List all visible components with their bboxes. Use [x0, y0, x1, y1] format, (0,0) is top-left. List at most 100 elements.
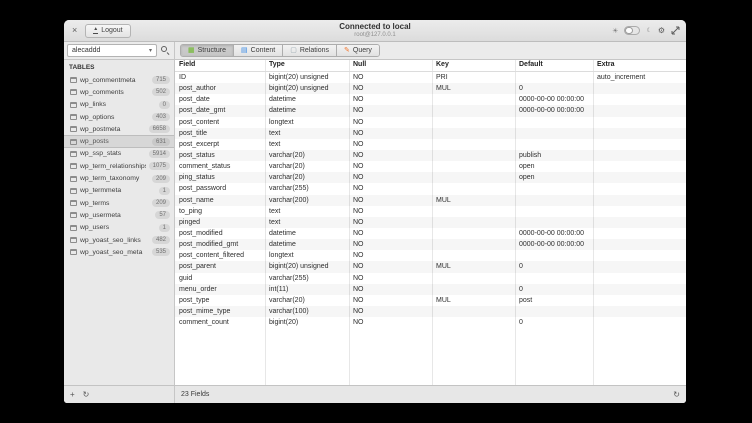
table-row[interactable]: post_modified_gmt datetime NO 0000-00-00 00…	[175, 239, 686, 250]
field-cell	[432, 161, 515, 172]
tab-label: Structure	[197, 47, 227, 54]
field-cell: bigint(20) unsigned	[269, 263, 329, 271]
database-selector[interactable]: alecaddd ▾	[67, 44, 157, 57]
field-cell: NO	[353, 296, 364, 304]
table-row[interactable]: comment_status varchar(20) NO open	[175, 161, 686, 172]
fields-table-header: Field Type Null Key Default Extra	[175, 60, 686, 72]
field-cell: publish	[519, 151, 542, 159]
table-icon	[70, 126, 77, 133]
field-cell: datetime	[269, 96, 296, 104]
logout-button[interactable]: ▲ Logout	[85, 23, 131, 38]
table-row[interactable]: post_title text NO	[175, 128, 686, 139]
field-cell: varchar(20)	[269, 174, 305, 182]
search-icon[interactable]	[160, 45, 171, 56]
tab-structure[interactable]: ▦ Structure	[181, 45, 235, 56]
field-cell: NO	[353, 218, 364, 226]
table-row[interactable]: post_excerpt text NO	[175, 139, 686, 150]
sidebar-item-wp_users[interactable]: wp_users 1	[64, 222, 174, 234]
table-row[interactable]: post_mime_type varchar(100) NO	[175, 306, 686, 317]
table-row[interactable]: ping_status varchar(20) NO open	[175, 172, 686, 183]
field-cell: MUL	[436, 296, 451, 304]
table-row[interactable]: post_content_filtered longtext NO	[175, 250, 686, 261]
field-cell: 0	[519, 263, 523, 271]
sidebar-item-wp_yoast_seo_meta[interactable]: wp_yoast_seo_meta 535	[64, 246, 174, 258]
table-row[interactable]: post_date_gmt datetime NO 0000-00-00 00:00:…	[175, 105, 686, 116]
table-row[interactable]: post_status varchar(20) NO publish	[175, 150, 686, 161]
field-cell	[432, 150, 515, 161]
close-icon[interactable]: ×	[70, 26, 79, 35]
sidebar-item-wp_posts[interactable]: wp_posts 631	[64, 135, 174, 148]
field-cell: varchar(100)	[269, 307, 309, 315]
sidebar-item-wp_usermeta[interactable]: wp_usermeta 57	[64, 209, 174, 221]
sidebar-item-wp_comments[interactable]: wp_comments 502	[64, 86, 174, 98]
add-table-button[interactable]: +	[70, 390, 75, 399]
gear-icon[interactable]: ⚙	[658, 26, 665, 35]
field-cell	[432, 317, 515, 328]
tab-icon: ▤	[241, 47, 248, 54]
fields-count: 23 Fields	[181, 391, 210, 398]
tab-icon: ✎	[344, 47, 350, 54]
field-cell	[432, 239, 515, 250]
table-name: wp_term_relationships	[80, 162, 146, 170]
field-cell: NO	[353, 285, 364, 293]
table-row[interactable]: post_parent bigint(20) unsigned NO MUL 0	[175, 261, 686, 272]
fullscreen-icon[interactable]	[671, 26, 680, 35]
sidebar-item-wp_term_taxonomy[interactable]: wp_term_taxonomy 209	[64, 172, 174, 184]
field-cell: datetime	[269, 229, 296, 237]
field-cell	[593, 83, 686, 94]
table-row[interactable]: post_modified datetime NO 0000-00-00 00:00:…	[175, 228, 686, 239]
toggle-knob	[625, 27, 634, 34]
tab-query[interactable]: ✎ Query	[337, 45, 379, 56]
view-toolbar: ▦ Structure ▤ Content ▢ Relations ✎ Quer…	[175, 42, 686, 59]
column-header-key: Key	[436, 61, 449, 68]
table-row[interactable]: menu_order int(11) NO 0	[175, 284, 686, 295]
table-row[interactable]: post_name varchar(200) NO MUL	[175, 195, 686, 206]
sidebar-item-wp_commentmeta[interactable]: wp_commentmeta 715	[64, 74, 174, 86]
sequeler-window: × ▲ Logout Connected to local root@127.0…	[64, 20, 686, 403]
table-row[interactable]: ID bigint(20) unsigned NO PRI auto_increment	[175, 72, 686, 83]
table-row[interactable]: post_content longtext NO	[175, 117, 686, 128]
table-name: wp_options	[80, 113, 115, 121]
sidebar-item-wp_postmeta[interactable]: wp_postmeta 6658	[64, 123, 174, 135]
row-count-badge: 535	[151, 248, 170, 257]
field-cell: bigint(20)	[269, 319, 299, 327]
refresh-structure-icon[interactable]: ↻	[673, 390, 680, 399]
table-row[interactable]: pinged text NO	[175, 217, 686, 228]
field-cell: post_status	[179, 151, 215, 159]
field-cell: post_excerpt	[179, 140, 220, 148]
field-cell	[593, 306, 686, 317]
field-cell: post_password	[179, 185, 227, 193]
field-cell	[515, 128, 593, 139]
tab-content[interactable]: ▤ Content	[234, 45, 284, 56]
tab-label: Content	[250, 47, 276, 54]
table-row[interactable]: to_ping text NO	[175, 206, 686, 217]
table-row[interactable]: post_type varchar(20) NO MUL post	[175, 295, 686, 306]
toolbar: alecaddd ▾ ▦ Structure ▤ Content ▢ Relat…	[64, 42, 686, 60]
sidebar-item-wp_links[interactable]: wp_links 0	[64, 99, 174, 111]
table-row[interactable]: post_password varchar(255) NO	[175, 183, 686, 194]
sidebar-item-wp_terms[interactable]: wp_terms 209	[64, 197, 174, 209]
table-row[interactable]: post_date datetime NO 0000-00-00 00:00:00	[175, 94, 686, 105]
column-header-type: Type	[269, 61, 285, 68]
tab-relations[interactable]: ▢ Relations	[283, 45, 337, 56]
table-icon	[70, 200, 77, 207]
table-icon	[70, 249, 77, 256]
table-row[interactable]: guid varchar(255) NO	[175, 273, 686, 284]
sidebar-item-wp_termmeta[interactable]: wp_termmeta 1	[64, 185, 174, 197]
dark-mode-toggle[interactable]	[624, 26, 641, 35]
table-row[interactable]: post_author bigint(20) unsigned NO MUL 0	[175, 83, 686, 94]
refresh-tables-icon[interactable]: ↻	[83, 390, 90, 399]
field-cell: varchar(255)	[269, 274, 309, 282]
sidebar-actions: + ↻	[64, 386, 175, 403]
field-cell	[593, 239, 686, 250]
field-cell: NO	[353, 129, 364, 137]
table-row[interactable]: comment_count bigint(20) NO 0	[175, 317, 686, 328]
field-cell: varchar(20)	[269, 151, 305, 159]
sidebar-item-wp_ssp_stats[interactable]: wp_ssp_stats 5914	[64, 148, 174, 160]
sidebar-item-wp_yoast_seo_links[interactable]: wp_yoast_seo_links 482	[64, 234, 174, 246]
sidebar-item-wp_term_relationships[interactable]: wp_term_relationships 1075	[64, 160, 174, 172]
field-cell	[593, 183, 686, 194]
sidebar-item-wp_options[interactable]: wp_options 403	[64, 111, 174, 123]
field-cell	[432, 206, 515, 217]
table-icon	[70, 138, 77, 145]
